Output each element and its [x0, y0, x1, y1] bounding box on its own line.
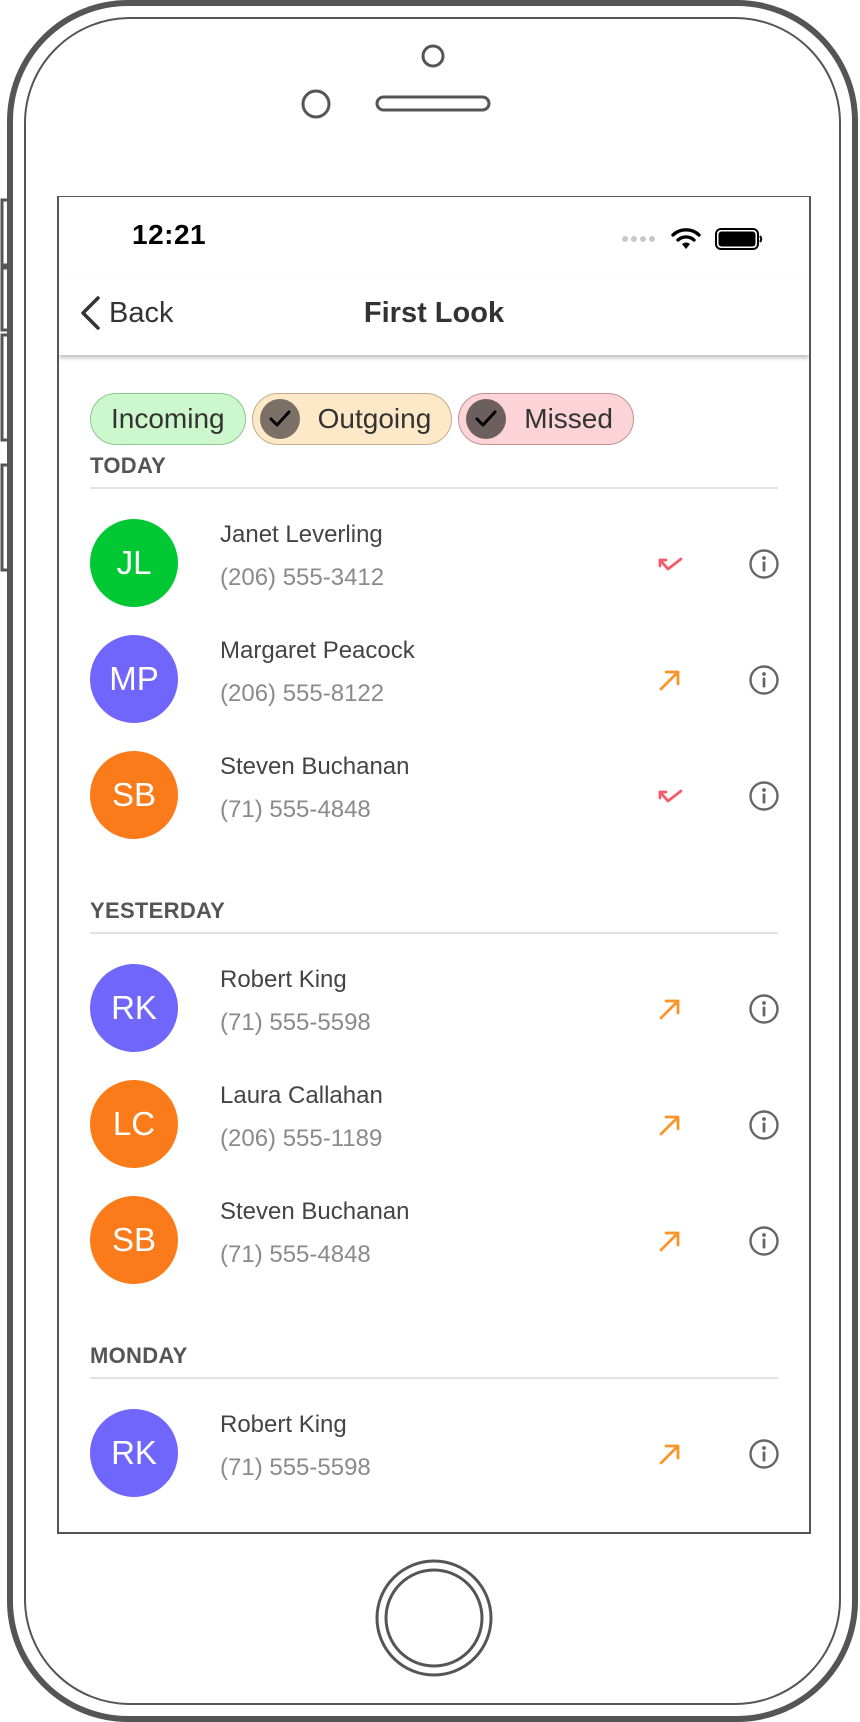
call-log: Incoming Outgoing Missed TODAY JL Janet Le…: [59, 355, 809, 1532]
avatar-initials: LC: [112, 1105, 156, 1142]
avatar: SB: [90, 751, 178, 839]
avatar: SB: [90, 1196, 178, 1284]
phone-number: (71) 555-5598: [220, 1009, 371, 1036]
contact-name: Robert King: [220, 1411, 347, 1438]
call-row[interactable]: RK Robert King (71) 555-5598: [90, 949, 780, 1065]
chip-label: Missed: [524, 403, 613, 434]
avatar-initials: SB: [111, 1221, 157, 1258]
call-row[interactable]: RK Robert King (71) 555-5598: [90, 1394, 780, 1510]
section-header: YESTERDAY: [90, 898, 226, 923]
avatar: JL: [90, 519, 178, 607]
missed-call-icon: [656, 782, 684, 810]
contact-name: Steven Buchanan: [220, 1198, 410, 1225]
call-row[interactable]: LC Laura Callahan (206) 555-1189: [90, 1065, 780, 1181]
avatar-initials: RK: [111, 1434, 157, 1471]
avatar-initials: JL: [116, 544, 152, 581]
avatar: RK: [90, 964, 178, 1052]
wifi-icon: [671, 228, 701, 249]
screen: 12:21 Back First Look Incoming Outgoing …: [59, 197, 809, 1532]
outgoing-call-icon: [656, 1227, 684, 1255]
call-row[interactable]: JL Janet Leverling (206) 555-3412: [90, 504, 780, 620]
info-icon[interactable]: [748, 1438, 780, 1470]
phone-number: (206) 555-1189: [220, 1125, 383, 1152]
status-time: 12:21: [132, 219, 207, 250]
info-icon[interactable]: [748, 780, 780, 812]
section-today: TODAY JL Janet Leverling (206) 555-3412 MP Ma…: [90, 446, 780, 852]
chip-label: Outgoing: [317, 403, 432, 434]
avatar-initials: SB: [111, 776, 157, 813]
info-icon[interactable]: [748, 664, 780, 696]
outgoing-call-icon: [656, 666, 684, 694]
check-icon: [259, 399, 300, 439]
phone-number: (71) 555-5598: [220, 1454, 371, 1481]
contact-name: Laura Callahan: [220, 1082, 383, 1109]
call-row[interactable]: MP Margaret Peacock (206) 555-8122: [90, 620, 780, 736]
check-icon: [466, 399, 507, 439]
home-button[interactable]: [376, 1560, 491, 1675]
avatar: RK: [90, 1409, 178, 1497]
filter-chip-missed[interactable]: Missed: [458, 393, 634, 445]
info-icon[interactable]: [748, 1225, 780, 1257]
navigation-bar: Back First Look: [59, 275, 809, 355]
call-row[interactable]: SB Steven Buchanan (71) 555-4848: [90, 736, 780, 852]
back-button[interactable]: Back: [79, 295, 173, 331]
outgoing-call-icon: [656, 1440, 684, 1468]
contact-name: Steven Buchanan: [220, 753, 410, 780]
chip-label: Incoming: [111, 403, 225, 434]
avatar: MP: [90, 635, 178, 723]
info-icon[interactable]: [748, 1109, 780, 1141]
status-icons: [621, 227, 763, 251]
back-label: Back: [109, 296, 174, 329]
avatar-initials: MP: [109, 660, 159, 697]
outgoing-call-icon: [656, 995, 684, 1023]
filter-chip-outgoing[interactable]: Outgoing: [251, 393, 453, 445]
info-icon[interactable]: [748, 548, 780, 580]
outgoing-call-icon: [656, 1111, 684, 1139]
info-icon[interactable]: [748, 993, 780, 1025]
phone-number: (206) 555-8122: [220, 680, 385, 707]
filter-chips: Incoming Outgoing Missed: [90, 393, 634, 445]
signal-icon: [622, 236, 655, 242]
section-header: MONDAY: [90, 1343, 188, 1368]
phone-number: (206) 555-3412: [220, 564, 385, 591]
section-header: TODAY: [90, 453, 167, 478]
section-monday: MONDAY RK Robert King (71) 555-5598: [90, 1336, 780, 1510]
phone-number: (71) 555-4848: [220, 1241, 371, 1268]
contact-name: Janet Leverling: [220, 521, 383, 548]
missed-call-icon: [656, 550, 684, 578]
status-bar: 12:21: [59, 197, 809, 275]
contact-name: Robert King: [220, 966, 347, 993]
phone-number: (71) 555-4848: [220, 796, 371, 823]
avatar: LC: [90, 1080, 178, 1168]
battery-icon: [715, 228, 763, 250]
filter-chip-incoming[interactable]: Incoming: [90, 393, 246, 445]
chevron-left-icon: [81, 296, 100, 330]
section-yesterday: YESTERDAY RK Robert King (71) 555-5598 LC Lau…: [90, 891, 780, 1297]
avatar-initials: RK: [111, 989, 157, 1026]
call-row[interactable]: SB Steven Buchanan (71) 555-4848: [90, 1181, 780, 1297]
contact-name: Margaret Peacock: [220, 637, 415, 664]
